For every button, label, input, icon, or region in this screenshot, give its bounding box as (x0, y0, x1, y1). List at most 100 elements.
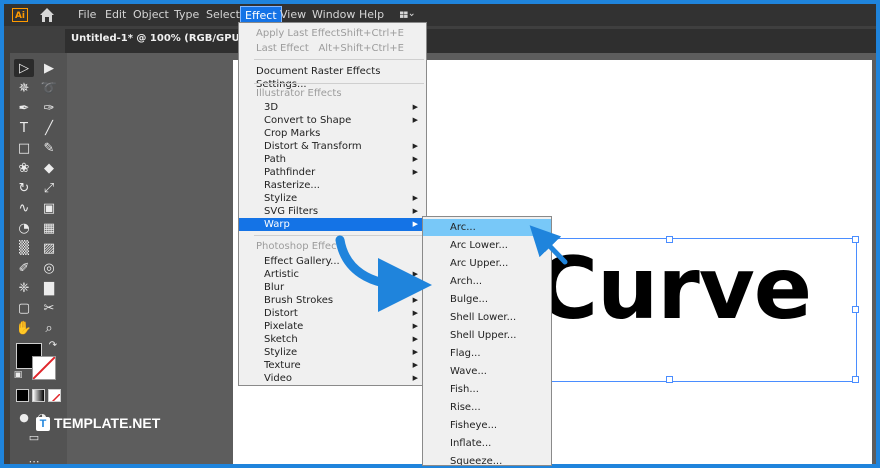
rectangle-tool-icon[interactable]: □ (14, 139, 34, 157)
submenu-item-arc-upper[interactable]: Arc Upper... (423, 255, 551, 272)
submenu-item-rise[interactable]: Rise... (423, 399, 551, 416)
perspective-grid-tool-icon[interactable]: ▦ (39, 219, 59, 237)
symbol-sprayer-tool-icon[interactable]: ❈ (14, 279, 34, 297)
warp-tool-icon[interactable]: ∿ (14, 199, 34, 217)
menu-divider (254, 83, 424, 84)
eyedropper-tool-icon[interactable]: ✐ (14, 259, 34, 277)
stroke-swatch[interactable] (32, 356, 56, 380)
swap-colors-icon[interactable]: ↷ (46, 339, 60, 351)
menu-window[interactable]: Window (312, 8, 355, 21)
menu-bar: Ai File Edit Object Type Select Effect V… (4, 4, 876, 26)
selection-handle[interactable] (852, 236, 859, 243)
edit-toolbar-icon[interactable]: ⋯ (24, 452, 44, 465)
document-tab-bar: Untitled-1* @ 100% (RGB/GPU Preview (65, 29, 876, 53)
menu-divider (254, 59, 424, 60)
default-colors-icon[interactable]: ▣ (12, 369, 24, 381)
submenu-item-inflate[interactable]: Inflate... (423, 435, 551, 452)
line-tool-icon[interactable]: ╱ (39, 119, 59, 137)
hand-tool-icon[interactable]: ✋ (14, 319, 34, 337)
submenu-item-squeeze[interactable]: Squeeze... (423, 453, 551, 465)
menu-item-artistic[interactable]: Artistic ▶ (239, 268, 426, 281)
selection-handle[interactable] (852, 306, 859, 313)
lasso-tool-icon[interactable]: ➰ (39, 79, 59, 97)
submenu-item-shell-lower[interactable]: Shell Lower... (423, 309, 551, 326)
artboard-tool-icon[interactable]: ▢ (14, 299, 34, 317)
submenu-item-arc[interactable]: Arc... (423, 219, 551, 236)
menu-edit[interactable]: Edit (105, 8, 126, 21)
pen-tool-icon[interactable]: ✒ (14, 99, 34, 117)
selection-tool-icon[interactable]: ▷ (14, 59, 34, 77)
menu-item-3d[interactable]: 3D ▶ (239, 101, 426, 114)
menu-item-apply-last-effect: Apply Last Effect Shift+Ctrl+E (256, 28, 404, 39)
submenu-item-fish[interactable]: Fish... (423, 381, 551, 398)
submenu-item-wave[interactable]: Wave... (423, 363, 551, 380)
menu-item-pathfinder[interactable]: Pathfinder ▶ (239, 166, 426, 179)
menu-select[interactable]: Select (206, 8, 240, 21)
selection-handle[interactable] (666, 376, 673, 383)
column-graph-tool-icon[interactable]: ▇ (39, 279, 59, 297)
effect-menu-dropdown: Apply Last Effect Shift+Ctrl+E Last Effe… (238, 22, 427, 386)
shaper-tool-icon[interactable]: ❀ (14, 159, 34, 177)
menu-item-brush-strokes[interactable]: Brush Strokes ▶ (239, 294, 426, 307)
gradient-mode-icon[interactable] (32, 389, 45, 402)
direct-selection-tool-icon[interactable]: ▶ (39, 59, 59, 77)
submenu-item-shell-upper[interactable]: Shell Upper... (423, 327, 551, 344)
free-transform-tool-icon[interactable]: ▣ (39, 199, 59, 217)
home-icon[interactable] (38, 6, 56, 24)
menu-item-effect-gallery[interactable]: Effect Gallery... (239, 255, 426, 268)
menu-item-crop-marks[interactable]: Crop Marks (239, 127, 426, 140)
workspace-switcher-icon[interactable] (400, 9, 414, 21)
menu-help[interactable]: Help (359, 8, 384, 21)
menu-item-stylize[interactable]: Stylize ▶ (239, 192, 426, 205)
curvature-tool-icon[interactable]: ✑ (39, 99, 59, 117)
menu-item-ps-stylize[interactable]: Stylize ▶ (239, 346, 426, 359)
slice-tool-icon[interactable]: ✂ (39, 299, 59, 317)
menu-item-sketch[interactable]: Sketch ▶ (239, 333, 426, 346)
submenu-item-flag[interactable]: Flag... (423, 345, 551, 362)
tools-panel: ▷ ▶ ✵ ➰ ✒ ✑ T ╱ □ ✎ ❀ ◆ ↻ ⤢ ∿ ▣ ◔ ▦ ▒ ▨ … (10, 53, 67, 465)
watermark-text: TEMPLATE.NET (54, 415, 161, 431)
menu-item-texture[interactable]: Texture ▶ (239, 359, 426, 372)
menu-item-distort[interactable]: Distort ▶ (239, 307, 426, 320)
menu-divider (254, 235, 424, 236)
none-stroke-icon (33, 357, 55, 379)
menu-view[interactable]: View (280, 8, 306, 21)
menu-item-convert-to-shape[interactable]: Convert to Shape ▶ (239, 114, 426, 127)
template-watermark: T TEMPLATE.NET (36, 415, 161, 432)
illustrator-effects-header: Illustrator Effects (256, 88, 342, 99)
template-logo-icon: T (36, 417, 50, 432)
draw-normal-icon[interactable]: ● (14, 408, 34, 426)
menu-item-last-effect: Last Effect Alt+Shift+Ctrl+E (256, 43, 404, 54)
mesh-tool-icon[interactable]: ▒ (14, 239, 34, 257)
none-mode-icon[interactable] (48, 389, 61, 402)
paintbrush-tool-icon[interactable]: ✎ (39, 139, 59, 157)
rotate-tool-icon[interactable]: ↻ (14, 179, 34, 197)
menu-object[interactable]: Object (133, 8, 169, 21)
submenu-item-fisheye[interactable]: Fisheye... (423, 417, 551, 434)
shape-builder-tool-icon[interactable]: ◔ (14, 219, 34, 237)
zoom-tool-icon[interactable]: ⌕ (39, 319, 59, 337)
submenu-item-arc-lower[interactable]: Arc Lower... (423, 237, 551, 254)
menu-item-distort-transform[interactable]: Distort & Transform ▶ (239, 140, 426, 153)
menu-item-svg-filters[interactable]: SVG Filters ▶ (239, 205, 426, 218)
menu-item-video[interactable]: Video ▶ (239, 372, 426, 385)
magic-wand-tool-icon[interactable]: ✵ (14, 79, 34, 97)
menu-item-blur[interactable]: Blur ▶ (239, 281, 426, 294)
menu-item-warp[interactable]: Warp ▶ (239, 218, 426, 231)
blend-tool-icon[interactable]: ◎ (39, 259, 59, 277)
curve-text-object[interactable]: Curve (535, 246, 812, 332)
submenu-item-arch[interactable]: Arch... (423, 273, 551, 290)
menu-item-document-raster-settings[interactable]: Document Raster Effects Settings... (239, 65, 426, 90)
menu-file[interactable]: File (78, 8, 96, 21)
gradient-tool-icon[interactable]: ▨ (39, 239, 59, 257)
eraser-tool-icon[interactable]: ◆ (39, 159, 59, 177)
scale-tool-icon[interactable]: ⤢ (39, 179, 59, 197)
color-mode-icon[interactable] (16, 389, 29, 402)
menu-type[interactable]: Type (174, 8, 199, 21)
menu-item-path[interactable]: Path ▶ (239, 153, 426, 166)
selection-handle[interactable] (852, 376, 859, 383)
menu-item-rasterize[interactable]: Rasterize... (239, 179, 426, 192)
menu-item-pixelate[interactable]: Pixelate ▶ (239, 320, 426, 333)
submenu-item-bulge[interactable]: Bulge... (423, 291, 551, 308)
type-tool-icon[interactable]: T (14, 119, 34, 137)
